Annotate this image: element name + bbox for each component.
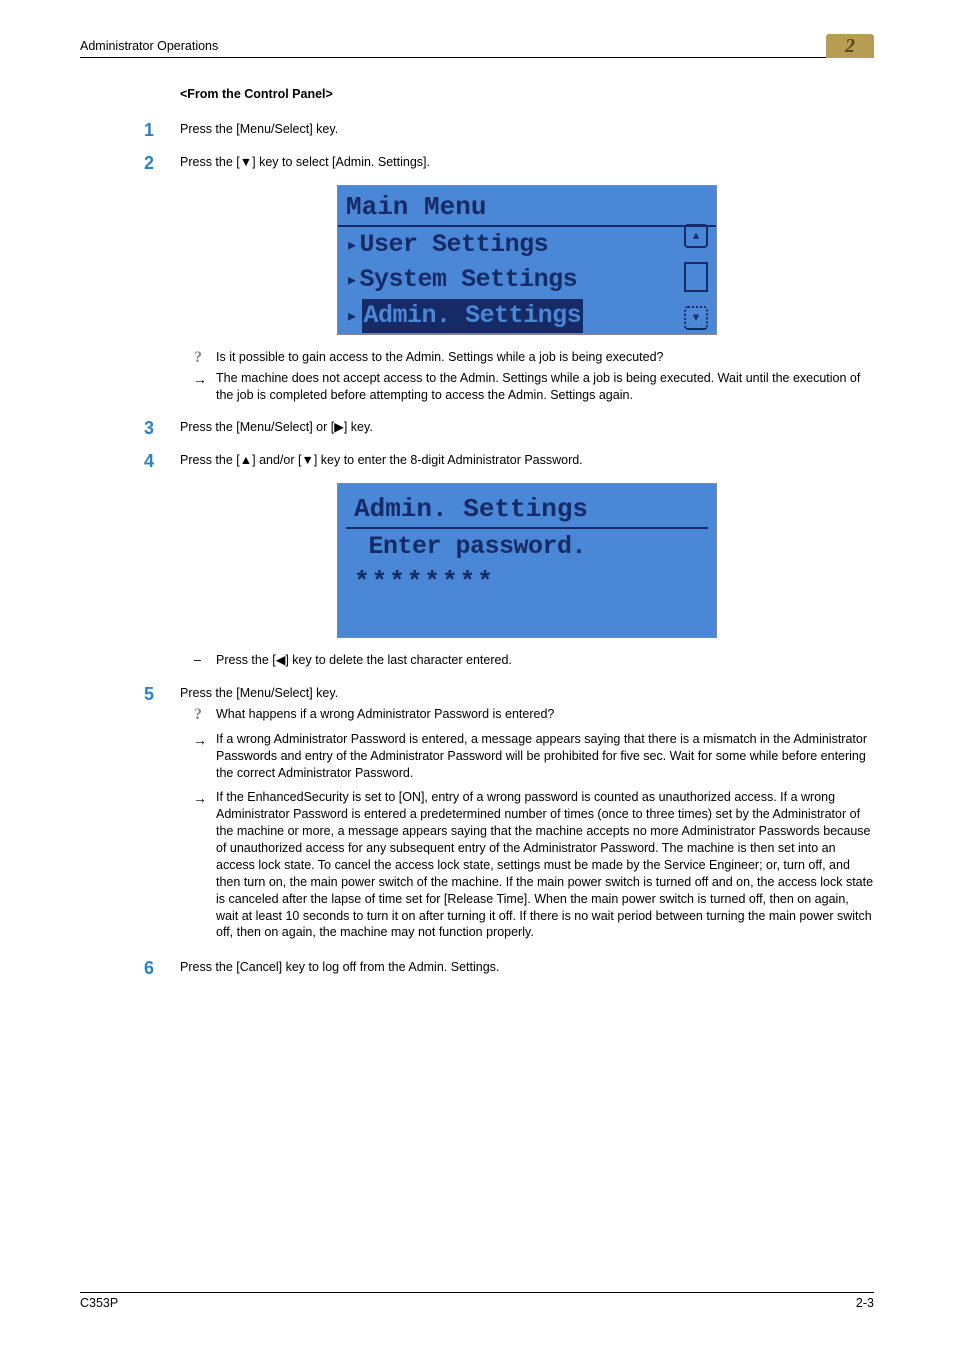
lcd-enter-password: Enter password. <box>354 530 586 564</box>
page: 2 Administrator Operations <From the Con… <box>0 0 954 1350</box>
lcd-admin-settings: Admin. Settings Enter password. ******** <box>337 483 717 638</box>
scroll-down-icon: ▾ <box>684 306 708 330</box>
lcd-password-mask: ******** <box>346 565 708 600</box>
chapter-tab: 2 <box>826 34 874 58</box>
lcd-row-admin-settings: Admin. Settings <box>346 299 583 333</box>
lcd-title: Admin. Settings <box>354 494 588 524</box>
faq-question: ? Is it possible to gain access to the A… <box>180 349 874 366</box>
faq-answer: → The machine does not accept access to … <box>180 370 874 404</box>
faq-q-text: What happens if a wrong Administrator Pa… <box>216 707 554 721</box>
header-title: Administrator Operations <box>80 38 218 55</box>
section-heading: <From the Control Panel> <box>180 86 874 103</box>
arrow-right-icon: → <box>193 789 207 808</box>
step-text: Press the [▲] and/or [▼] key to enter th… <box>180 452 874 469</box>
lcd-title: Main Menu <box>346 192 486 222</box>
chapter-number: 2 <box>845 33 855 60</box>
sub-bullet-text: Press the [◀] key to delete the last cha… <box>216 653 512 667</box>
step-text: Press the [Menu/Select] key. <box>180 121 874 138</box>
dash-icon: – <box>194 652 201 669</box>
faq-a-text: If a wrong Administrator Password is ent… <box>216 732 867 780</box>
question-mark-icon: ? <box>194 704 202 726</box>
lcd-row-user-settings: User Settings <box>346 228 548 262</box>
faq-answer-1: → If a wrong Administrator Password is e… <box>180 731 874 782</box>
step-6: 6 Press the [Cancel] key to log off from… <box>180 959 874 976</box>
step-1: 1 Press the [Menu/Select] key. <box>180 121 874 138</box>
step-text: Press the [▼] key to select [Admin. Sett… <box>180 154 874 171</box>
lcd-main-menu: Main Menu User Settings System Settings … <box>337 185 717 335</box>
step-text: Press the [Menu/Select] key. <box>180 685 874 702</box>
question-mark-icon: ? <box>194 347 202 369</box>
scroll-thumb-icon <box>684 262 708 292</box>
step-number: 6 <box>144 956 154 980</box>
content-area: <From the Control Panel> 1 Press the [Me… <box>80 58 874 976</box>
step-2: 2 Press the [▼] key to select [Admin. Se… <box>180 154 874 404</box>
footer-right: 2-3 <box>856 1295 874 1312</box>
step-3: 3 Press the [Menu/Select] or [▶] key. <box>180 419 874 436</box>
scroll-up-icon: ▴ <box>684 224 708 248</box>
faq-question: ? What happens if a wrong Administrator … <box>180 706 874 723</box>
faq-a-text: If the EnhancedSecurity is set to [ON], … <box>216 790 873 939</box>
step-number: 4 <box>144 449 154 473</box>
header-bar: Administrator Operations <box>80 38 874 58</box>
faq-answer-2: → If the EnhancedSecurity is set to [ON]… <box>180 789 874 941</box>
step-number: 5 <box>144 682 154 706</box>
step-5: 5 Press the [Menu/Select] key. ? What ha… <box>180 685 874 941</box>
footer: C353P 2-3 <box>80 1292 874 1312</box>
lcd-scroll-icons: ▴ ▾ <box>684 224 712 330</box>
arrow-right-icon: → <box>193 370 207 389</box>
step-number: 2 <box>144 151 154 175</box>
step-text: Press the [Menu/Select] or [▶] key. <box>180 419 874 436</box>
footer-left: C353P <box>80 1295 118 1312</box>
step-4: 4 Press the [▲] and/or [▼] key to enter … <box>180 452 874 669</box>
step-number: 1 <box>144 118 154 142</box>
step-text: Press the [Cancel] key to log off from t… <box>180 959 874 976</box>
step-number: 3 <box>144 416 154 440</box>
faq-a-text: The machine does not accept access to th… <box>216 371 860 402</box>
arrow-right-icon: → <box>193 731 207 750</box>
faq-q-text: Is it possible to gain access to the Adm… <box>216 350 664 364</box>
sub-bullet: – Press the [◀] key to delete the last c… <box>180 652 874 669</box>
lcd-row-system-settings: System Settings <box>346 263 577 297</box>
